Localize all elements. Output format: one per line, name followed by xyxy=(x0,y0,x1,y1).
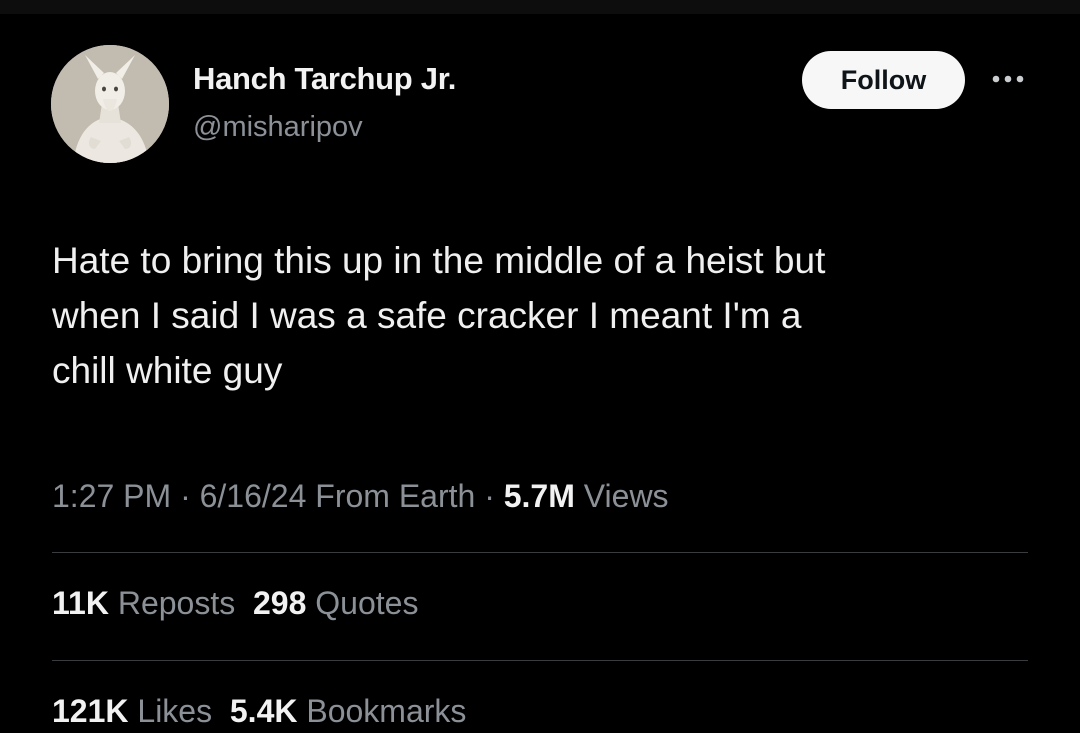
bookmarks-count: 5.4K xyxy=(229,693,298,729)
tweet-card: Hanch Tarchup Jr. @misharipov Follow Hat… xyxy=(0,0,1080,733)
engagement-row-likes: 121K Likes 5.4K Bookmarks xyxy=(52,693,466,730)
likes-label: Likes xyxy=(137,693,213,729)
reposts-stat[interactable]: 11K Reposts xyxy=(52,585,235,621)
quotes-label: Quotes xyxy=(315,585,419,621)
views-label: Views xyxy=(583,478,669,514)
quotes-count: 298 xyxy=(253,585,307,621)
tweet-meta: 1:27 PM · 6/16/24 From Earth · 5.7M View… xyxy=(52,478,669,515)
divider xyxy=(52,552,1028,553)
tweet-date[interactable]: 6/16/24 xyxy=(200,478,307,514)
divider xyxy=(52,660,1028,661)
tweet-text-line: Hate to bring this up in the middle of a… xyxy=(52,240,826,281)
tweet-text: Hate to bring this up in the middle of a… xyxy=(52,233,1042,398)
kangaroo-avatar-icon xyxy=(51,45,169,163)
tweet-text-line: chill white guy xyxy=(52,350,283,391)
likes-stat[interactable]: 121K Likes xyxy=(52,693,212,729)
meta-separator: · xyxy=(484,478,495,514)
bookmarks-label: Bookmarks xyxy=(306,693,467,729)
tweet-text-line: when I said I was a safe cracker I meant… xyxy=(52,295,802,336)
avatar[interactable] xyxy=(51,45,169,163)
reposts-label: Reposts xyxy=(117,585,236,621)
reposts-count: 11K xyxy=(52,585,109,621)
views-count: 5.7M xyxy=(503,478,575,514)
meta-separator: · xyxy=(180,478,191,514)
engagement-row-reposts: 11K Reposts 298 Quotes xyxy=(52,585,418,622)
quotes-stat[interactable]: 298 Quotes xyxy=(253,585,418,621)
author-display-name[interactable]: Hanch Tarchup Jr. xyxy=(193,61,456,97)
tweet-time[interactable]: 1:27 PM xyxy=(52,478,171,514)
tweet-source: From Earth xyxy=(315,478,476,514)
follow-button[interactable]: Follow xyxy=(802,51,965,109)
more-horizontal-icon[interactable] xyxy=(988,64,1028,94)
likes-count: 121K xyxy=(52,693,129,729)
author-handle[interactable]: @misharipov xyxy=(193,111,363,144)
bookmarks-stat[interactable]: 5.4K Bookmarks xyxy=(230,693,467,729)
